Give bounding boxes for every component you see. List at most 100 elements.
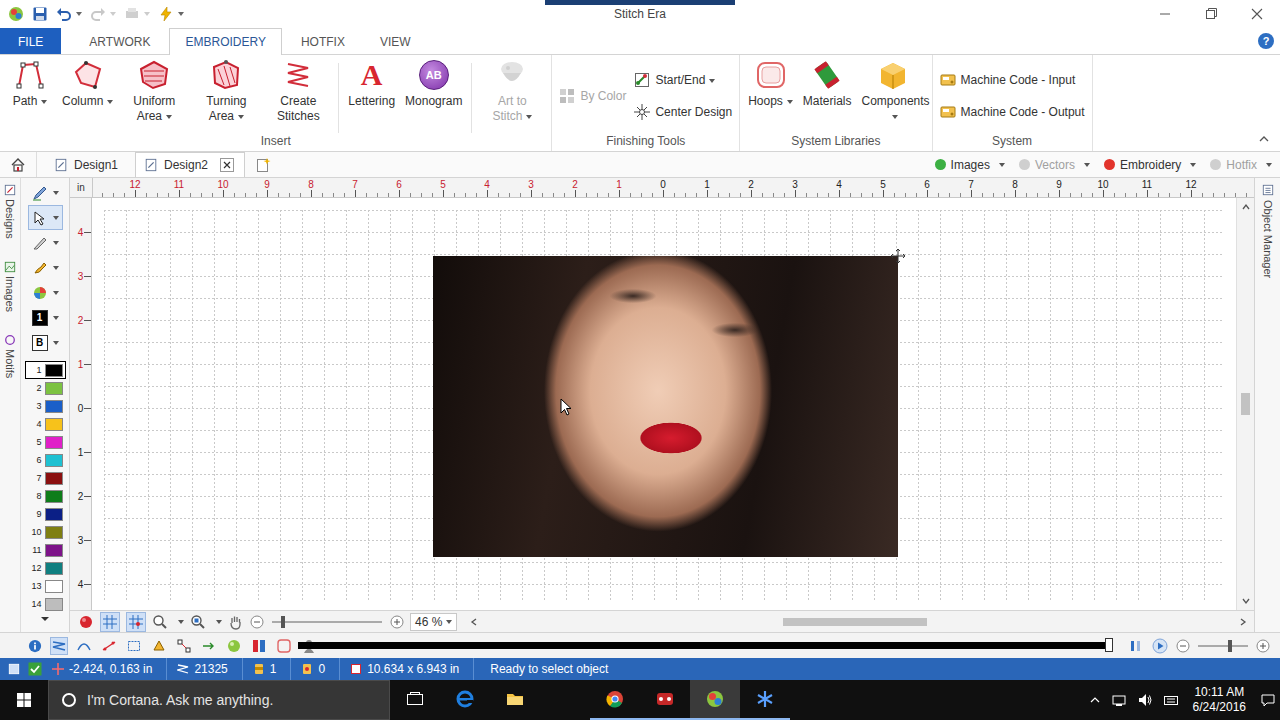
restore-icon[interactable] <box>1188 0 1234 28</box>
zoom-icon[interactable] <box>152 614 168 630</box>
input-indicator-icon[interactable] <box>1163 692 1179 708</box>
tool-button[interactable] <box>28 280 63 305</box>
ribbon-button[interactable]: Create Stitches <box>262 59 334 133</box>
play-icon[interactable] <box>1152 638 1168 654</box>
zoom-in-icon[interactable] <box>390 615 404 629</box>
taskbar-app[interactable] <box>490 680 540 720</box>
ribbon-button[interactable]: Start/End <box>634 70 732 90</box>
palette-color[interactable]: 5 <box>25 433 66 451</box>
action-center-icon[interactable] <box>1260 692 1276 708</box>
scroll-up-icon[interactable] <box>1241 202 1251 212</box>
help-button[interactable]: ? <box>1258 33 1274 49</box>
show-needle-points-icon[interactable] <box>101 638 117 654</box>
vertical-scrollbar[interactable] <box>1236 198 1254 610</box>
stitch-step-icon[interactable] <box>1128 638 1144 654</box>
palette-scroll-down-icon[interactable] <box>40 615 50 623</box>
ribbon-button[interactable]: ABMonogram <box>400 59 467 133</box>
taskbar-app[interactable] <box>640 680 690 720</box>
slider-thumb[interactable] <box>1228 640 1232 652</box>
show-outlines-icon[interactable] <box>126 638 142 654</box>
customize-caret[interactable] <box>178 12 184 16</box>
palette-color[interactable]: 14 <box>25 595 66 613</box>
show-hoop-icon[interactable] <box>276 638 292 654</box>
zoom-slider[interactable] <box>272 621 382 623</box>
ribbon-button[interactable]: Materials <box>798 59 857 133</box>
tool-button[interactable] <box>28 230 63 255</box>
speed-up-icon[interactable] <box>1256 639 1270 653</box>
palette-color[interactable]: 9 <box>25 505 66 523</box>
side-tab[interactable]: Images <box>4 261 16 312</box>
tool-button[interactable] <box>28 205 63 230</box>
design-canvas[interactable] <box>92 198 1236 610</box>
speed-slider[interactable] <box>1198 645 1248 647</box>
taskbar-app[interactable] <box>390 680 440 720</box>
pan-hand-icon[interactable] <box>228 614 244 630</box>
ribbon-button[interactable]: Column <box>57 59 118 133</box>
palette-color[interactable]: 12 <box>25 559 66 577</box>
palette-color[interactable]: 13 <box>25 577 66 595</box>
taskbar-app[interactable] <box>690 680 740 720</box>
app-logo-icon[interactable] <box>8 6 24 22</box>
speed-down-icon[interactable] <box>1176 639 1190 653</box>
ribbon-button[interactable]: Center Design <box>634 102 732 122</box>
palette-color[interactable]: 10 <box>25 523 66 541</box>
layer-toggle[interactable]: Embroidery <box>1104 158 1196 172</box>
ribbon-tab[interactable]: ARTWORK <box>73 28 166 54</box>
horizontal-scrollbar[interactable] <box>463 616 1254 628</box>
zoom-out-icon[interactable] <box>250 615 264 629</box>
ribbon-button[interactable]: ALettering <box>343 59 400 133</box>
taskbar-app[interactable] <box>740 680 790 720</box>
show-stitches-icon[interactable] <box>51 638 67 654</box>
start-button[interactable] <box>0 680 48 720</box>
scroll-thumb[interactable] <box>1241 393 1250 416</box>
palette-color[interactable]: 11 <box>25 541 66 559</box>
show-fills-icon[interactable] <box>151 638 167 654</box>
lightning-icon[interactable] <box>158 6 174 22</box>
stitch-progress-bar[interactable] <box>298 642 1108 649</box>
panel-icon[interactable] <box>8 663 20 675</box>
ribbon-button[interactable]: Components <box>857 59 929 133</box>
undo-icon[interactable] <box>56 6 72 22</box>
scroll-thumb[interactable] <box>783 618 926 626</box>
minimize-icon[interactable] <box>1142 0 1188 28</box>
show-nodes-icon[interactable] <box>176 638 192 654</box>
scroll-down-icon[interactable] <box>1241 596 1251 606</box>
scroll-left-icon[interactable] <box>469 617 479 627</box>
ribbon-button[interactable]: Machine Code - Input <box>940 70 1085 90</box>
volume-icon[interactable] <box>1137 692 1153 708</box>
snap-grid-icon[interactable] <box>128 614 144 630</box>
close-tab-icon[interactable] <box>220 158 234 172</box>
ribbon-button[interactable]: Hoops <box>743 59 798 133</box>
layer-toggle[interactable]: Hotfix <box>1210 158 1272 172</box>
ribbon-tab[interactable]: HOTFIX <box>285 28 361 54</box>
save-icon[interactable] <box>32 6 48 22</box>
network-icon[interactable] <box>1111 692 1127 708</box>
clock[interactable]: 10:11 AM6/24/2016 <box>1189 685 1250 715</box>
side-tab[interactable]: Designs <box>4 184 16 239</box>
ribbon-button[interactable]: Turning Area <box>190 59 262 133</box>
show-jumps-icon[interactable] <box>76 638 92 654</box>
side-tab[interactable]: Motifs <box>4 334 16 378</box>
palette-color[interactable]: 1 <box>25 361 66 379</box>
zoom-fit-icon[interactable] <box>190 614 206 630</box>
zoom-level-field[interactable]: 46 % <box>410 613 457 631</box>
object-manager-tab[interactable]: Object Manager <box>1254 178 1280 632</box>
tool-button[interactable] <box>28 255 63 280</box>
foreground-color-selector[interactable]: 1 <box>28 305 63 330</box>
taskbar-app[interactable] <box>440 680 490 720</box>
undo-dropdown-caret[interactable] <box>76 12 82 16</box>
cortana-search-box[interactable]: I'm Cortana. Ask me anything. <box>48 680 390 720</box>
document-tab[interactable]: Design1 <box>45 152 135 177</box>
ribbon-tab[interactable]: EMBROIDERY <box>169 28 281 55</box>
show-hidden-icons-icon[interactable] <box>1089 694 1101 706</box>
ribbon-button[interactable]: Path <box>3 59 57 133</box>
show-colors-icon[interactable] <box>251 638 267 654</box>
slider-thumb[interactable] <box>281 616 285 628</box>
show-3d-icon[interactable] <box>226 638 242 654</box>
grid-icon[interactable] <box>102 614 118 630</box>
palette-color[interactable]: 6 <box>25 451 66 469</box>
collapse-ribbon-icon[interactable] <box>1258 133 1270 145</box>
palette-color[interactable]: 3 <box>25 397 66 415</box>
ribbon-button[interactable]: Uniform Area <box>118 59 190 133</box>
palette-color[interactable]: 4 <box>25 415 66 433</box>
